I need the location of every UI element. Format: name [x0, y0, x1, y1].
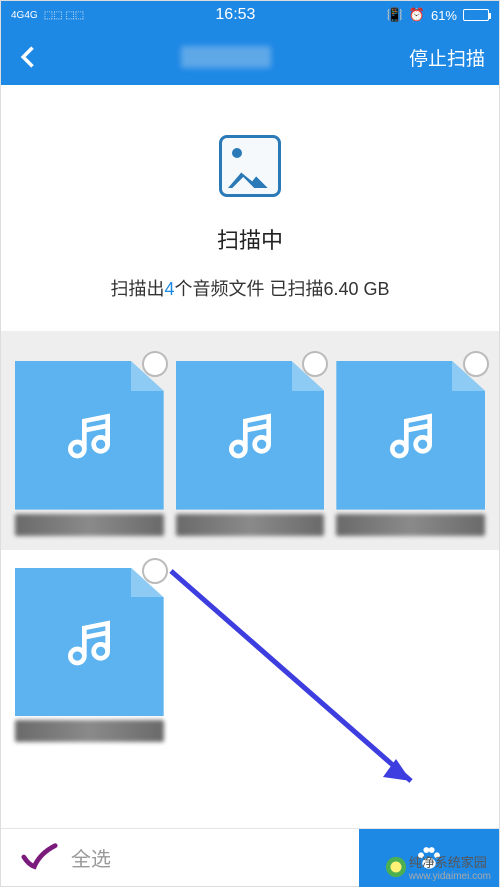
file-item[interactable]	[15, 568, 164, 743]
music-note-icon	[383, 407, 439, 463]
status-time: 16:53	[215, 6, 255, 24]
status-signal: 4G4G⬚⬚ ⬚⬚	[11, 10, 84, 21]
select-all-label: 全选	[71, 843, 111, 872]
header-title	[43, 46, 409, 68]
file-checkbox[interactable]	[302, 351, 328, 377]
watermark: 纯净系统家园 www.yidaimei.com	[385, 852, 491, 882]
battery-pct: 61%	[431, 8, 457, 23]
scan-size: 6.40 GB	[323, 279, 389, 299]
audio-file-icon	[336, 361, 485, 510]
audio-file-icon	[176, 361, 325, 510]
music-note-icon	[222, 407, 278, 463]
file-name-label	[15, 514, 164, 536]
file-name-label	[15, 720, 164, 742]
status-bar: 4G4G⬚⬚ ⬚⬚ 16:53 📳 ⏰ 61%	[1, 1, 499, 29]
file-item[interactable]	[336, 361, 485, 536]
stop-scan-button[interactable]: 停止扫描	[409, 44, 485, 71]
file-checkbox[interactable]	[142, 351, 168, 377]
audio-file-icon	[15, 361, 164, 510]
music-note-icon	[61, 614, 117, 670]
file-name-label	[176, 514, 325, 536]
music-note-icon	[61, 407, 117, 463]
file-item[interactable]	[176, 361, 325, 536]
scan-status: 扫描中 扫描出4个音频文件 已扫描6.40 GB	[1, 85, 499, 331]
scan-count: 4	[164, 279, 174, 299]
scan-image-icon	[219, 135, 281, 197]
app-header: 停止扫描	[1, 29, 499, 85]
file-item[interactable]	[15, 361, 164, 536]
battery-icon	[463, 9, 489, 21]
file-checkbox[interactable]	[463, 351, 489, 377]
back-button[interactable]	[15, 43, 43, 71]
alarm-icon: ⏰	[409, 7, 425, 23]
vibrate-icon: 📳	[387, 7, 403, 23]
select-all-button[interactable]: 全选	[1, 843, 359, 873]
file-grid-row-2	[1, 550, 499, 757]
audio-file-icon	[15, 568, 164, 717]
checkmark-icon	[21, 843, 59, 873]
file-checkbox[interactable]	[142, 558, 168, 584]
file-grid-row-1	[1, 331, 499, 550]
file-name-label	[336, 514, 485, 536]
scan-title: 扫描中	[21, 223, 479, 255]
scan-description: 扫描出4个音频文件 已扫描6.40 GB	[21, 275, 479, 301]
watermark-logo-icon	[385, 856, 407, 878]
status-right: 📳 ⏰ 61%	[387, 7, 489, 23]
